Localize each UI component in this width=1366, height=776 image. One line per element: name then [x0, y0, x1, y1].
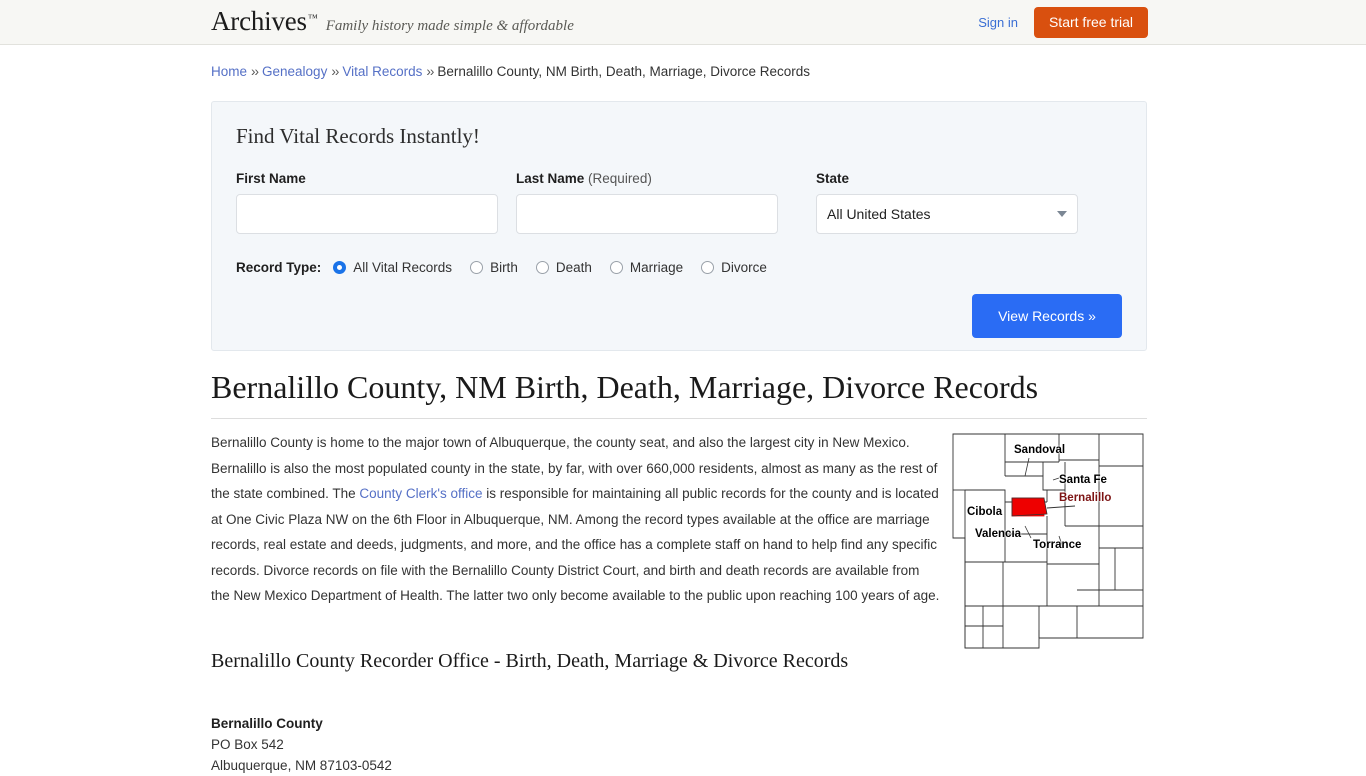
radio-divorce[interactable]: Divorce	[701, 260, 767, 275]
breadcrumb: Home ›› Genealogy ›› Vital Records ›› Bernalil…	[211, 64, 810, 79]
radio-icon-selected[interactable]	[333, 261, 347, 274]
new-mexico-county-map: Sandoval Santa Fe Bernalillo Cibola Vale…	[947, 430, 1149, 652]
description-part-2: is responsible for maintaining all publi…	[211, 486, 940, 603]
record-type-label: Record Type:	[236, 260, 322, 275]
recorder-office-address: Bernalillo County PO Box 542 Albuquerque…	[211, 713, 392, 776]
first-name-input[interactable]	[236, 194, 498, 234]
record-type-row: Record Type: All Vital Records Birth Dea…	[236, 260, 1122, 275]
county-clerk-office-link[interactable]: County Clerk's office	[359, 486, 482, 501]
radio-icon[interactable]	[535, 261, 549, 274]
vital-records-search-panel: Find Vital Records Instantly! First Name…	[211, 101, 1147, 351]
address-organization: Bernalillo County	[211, 716, 323, 731]
map-svg	[947, 430, 1149, 652]
article-body: Bernalillo County is home to the major t…	[211, 430, 1149, 652]
state-label: State	[816, 171, 1078, 186]
radio-label-marriage: Marriage	[629, 260, 684, 275]
last-name-label-text: Last Name	[516, 171, 585, 186]
trademark-icon: ™	[307, 13, 318, 24]
last-name-field-group: Last Name (Required)	[516, 171, 778, 234]
first-name-field-group: First Name	[236, 171, 498, 234]
header-actions: Sign in Start free trial	[978, 0, 1148, 45]
radio-label-all-vital-records: All Vital Records	[353, 260, 453, 275]
breadcrumb-vital-records[interactable]: Vital Records	[342, 64, 422, 79]
site-header: Archives ™ Family history made simple & …	[0, 0, 1366, 45]
radio-death[interactable]: Death	[535, 260, 592, 275]
view-records-button[interactable]: View Records »	[972, 294, 1122, 338]
brand-tagline: Family history made simple & affordable	[325, 18, 574, 34]
radio-label-birth: Birth	[490, 260, 518, 275]
address-line-2: Albuquerque, NM 87103-0542	[211, 758, 392, 773]
radio-label-death: Death	[555, 260, 592, 275]
breadcrumb-current: Bernalillo County, NM Birth, Death, Marr…	[437, 64, 811, 79]
radio-marriage[interactable]: Marriage	[609, 260, 684, 275]
breadcrumb-home[interactable]: Home	[211, 64, 247, 79]
first-name-label: First Name	[236, 171, 498, 186]
state-select[interactable]: All United States	[816, 194, 1078, 234]
last-name-label: Last Name (Required)	[516, 171, 778, 186]
breadcrumb-genealogy[interactable]: Genealogy	[262, 64, 327, 79]
radio-icon[interactable]	[609, 261, 623, 274]
state-label-text: State	[816, 171, 850, 186]
brand-logo[interactable]: Archives ™ Family history made simple & …	[211, 8, 574, 35]
brand-name: Archives	[211, 6, 307, 36]
radio-icon[interactable]	[701, 261, 715, 274]
state-field-group: State All United States	[816, 171, 1078, 234]
radio-birth[interactable]: Birth	[470, 260, 518, 275]
recorder-office-section-title: Bernalillo County Recorder Office - Birt…	[211, 650, 849, 672]
search-fields-row: First Name Last Name (Required) State Al…	[236, 171, 1122, 234]
first-name-label-text: First Name	[236, 171, 306, 186]
last-name-input[interactable]	[516, 194, 778, 234]
last-name-required-note: (Required)	[588, 171, 652, 186]
breadcrumb-separator: ››	[251, 64, 259, 79]
sign-in-link[interactable]: Sign in	[978, 15, 1018, 30]
start-free-trial-button[interactable]: Start free trial	[1033, 6, 1148, 39]
radio-all-vital-records[interactable]: All Vital Records	[333, 260, 452, 275]
page-title: Bernalillo County, NM Birth, Death, Marr…	[211, 368, 1147, 420]
address-line-1: PO Box 542	[211, 737, 284, 752]
state-select-wrapper: All United States	[816, 194, 1078, 234]
search-panel-title: Find Vital Records Instantly!	[236, 124, 480, 148]
submit-row: View Records »	[236, 294, 1122, 338]
radio-icon[interactable]	[470, 261, 484, 274]
breadcrumb-separator: ››	[426, 64, 434, 79]
breadcrumb-separator: ››	[331, 64, 339, 79]
county-description: Bernalillo County is home to the major t…	[211, 430, 941, 609]
radio-label-divorce: Divorce	[721, 260, 767, 275]
chevron-down-icon[interactable]	[1057, 211, 1067, 217]
